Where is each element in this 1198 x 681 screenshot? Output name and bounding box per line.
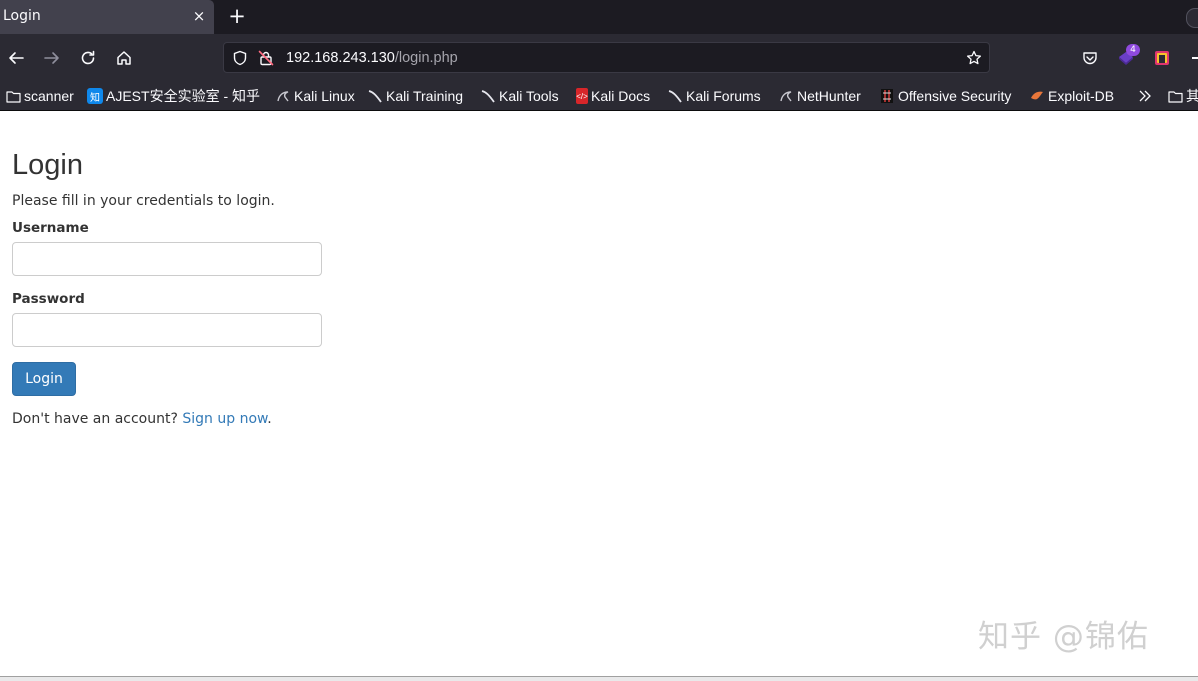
url-text[interactable]: 192.168.243.130/login.php — [286, 50, 458, 66]
bookmark-label: 其 — [1186, 88, 1198, 104]
bookmark-label: Kali Training — [386, 88, 464, 104]
signup-text: Don't have an account? — [12, 411, 178, 427]
address-bar[interactable]: 192.168.243.130/login.php — [223, 42, 990, 73]
password-label: Password — [12, 291, 85, 307]
bookmark-kali-linux[interactable]: Kali Linux — [275, 85, 355, 107]
menu-overflow-button[interactable] — [1184, 44, 1198, 72]
bookmark-kali-forums[interactable]: Kali Forums — [667, 85, 761, 107]
bookmark-kali-training[interactable]: Kali Training — [367, 85, 463, 107]
signup-link[interactable]: Sign up now — [182, 411, 267, 427]
arrow-left-icon — [9, 52, 24, 64]
window-control-icon[interactable] — [1186, 8, 1198, 28]
bookmark-label: AJEST安全实验室 - 知乎 — [106, 88, 261, 104]
bookmark-star-icon[interactable] — [966, 50, 982, 70]
extension-button[interactable]: 4 — [1112, 44, 1140, 72]
kali-icon — [480, 88, 496, 104]
bookmark-ajest-zhihu[interactable]: 知 AJEST安全实验室 - 知乎 — [87, 85, 260, 107]
forward-button[interactable] — [38, 44, 66, 72]
kali-icon — [275, 88, 291, 104]
reload-icon — [81, 50, 95, 65]
chevron-double-right-icon — [1139, 90, 1151, 102]
bookmark-label: NetHunter — [797, 88, 861, 104]
extension-m-button[interactable] — [1148, 44, 1176, 72]
kali-icon — [667, 88, 683, 104]
url-host: 192.168.243.130 — [286, 50, 395, 66]
bookmark-kali-docs[interactable]: </> Kali Docs — [576, 85, 650, 107]
bookmark-scanner[interactable]: scanner — [5, 85, 74, 107]
signup-period: . — [267, 411, 272, 427]
window-bottom-edge — [0, 676, 1198, 681]
new-tab-button[interactable]: + — [226, 4, 248, 28]
bookmark-label: Kali Docs — [591, 88, 651, 104]
bookmarks-toolbar: scanner 知 AJEST安全实验室 - 知乎 Kali Linux Kal… — [0, 82, 1198, 111]
pocket-icon — [1083, 52, 1097, 65]
password-input[interactable] — [12, 313, 322, 347]
tab-close-button[interactable]: × — [190, 6, 208, 26]
offsec-icon — [879, 88, 895, 104]
bookmarks-overflow-button[interactable] — [1138, 85, 1152, 107]
bookmark-offensive-security[interactable]: Offensive Security — [879, 85, 1011, 107]
signup-prompt: Don't have an account? Sign up now. — [12, 411, 272, 427]
extension-badge: 4 — [1126, 44, 1140, 56]
home-button[interactable] — [110, 44, 138, 72]
username-input[interactable] — [12, 242, 322, 276]
folder-icon — [1167, 88, 1183, 104]
tab-strip: Login × + — [0, 0, 1198, 34]
zhihu-icon: 知 — [87, 88, 103, 104]
browser-tab-login[interactable]: Login × — [0, 0, 214, 34]
bookmark-nethunter[interactable]: NetHunter — [778, 85, 861, 107]
arrow-right-icon — [44, 52, 59, 64]
bookmark-label: Kali Forums — [686, 88, 761, 104]
shield-icon[interactable] — [232, 50, 248, 70]
exploitdb-icon — [1029, 88, 1045, 104]
url-path: /login.php — [394, 50, 458, 66]
page-title: Login — [12, 149, 83, 181]
kali-docs-icon: </> — [576, 88, 588, 104]
menu-icon — [1192, 57, 1198, 59]
multicolor-extension-icon — [1155, 51, 1169, 65]
bookmark-kali-tools[interactable]: Kali Tools — [480, 85, 559, 107]
bookmark-label: Kali Linux — [294, 88, 355, 104]
kali-icon — [367, 88, 383, 104]
insecure-lock-icon[interactable] — [258, 50, 274, 70]
bookmark-label: Offensive Security — [898, 88, 1012, 104]
page-content: Login Please fill in your credentials to… — [0, 111, 1198, 676]
pocket-button[interactable] — [1076, 44, 1104, 72]
zhihu-watermark: 知乎 @锦佑 — [978, 619, 1149, 655]
folder-icon — [5, 88, 21, 104]
navigation-toolbar: 192.168.243.130/login.php 4 — [0, 34, 1198, 82]
back-button[interactable] — [2, 44, 30, 72]
bookmark-label: Exploit-DB — [1048, 88, 1115, 104]
bookmark-label: Kali Tools — [499, 88, 559, 104]
reload-button[interactable] — [74, 44, 102, 72]
tab-title: Login — [3, 8, 41, 24]
page-subtitle: Please fill in your credentials to login… — [12, 193, 275, 209]
home-icon — [117, 51, 131, 65]
kali-icon — [778, 88, 794, 104]
username-label: Username — [12, 220, 89, 236]
login-button[interactable]: Login — [12, 362, 76, 396]
bookmark-exploit-db[interactable]: Exploit-DB — [1029, 85, 1114, 107]
bookmark-other-folder[interactable]: 其 — [1167, 85, 1198, 107]
bookmark-label: scanner — [24, 88, 74, 104]
